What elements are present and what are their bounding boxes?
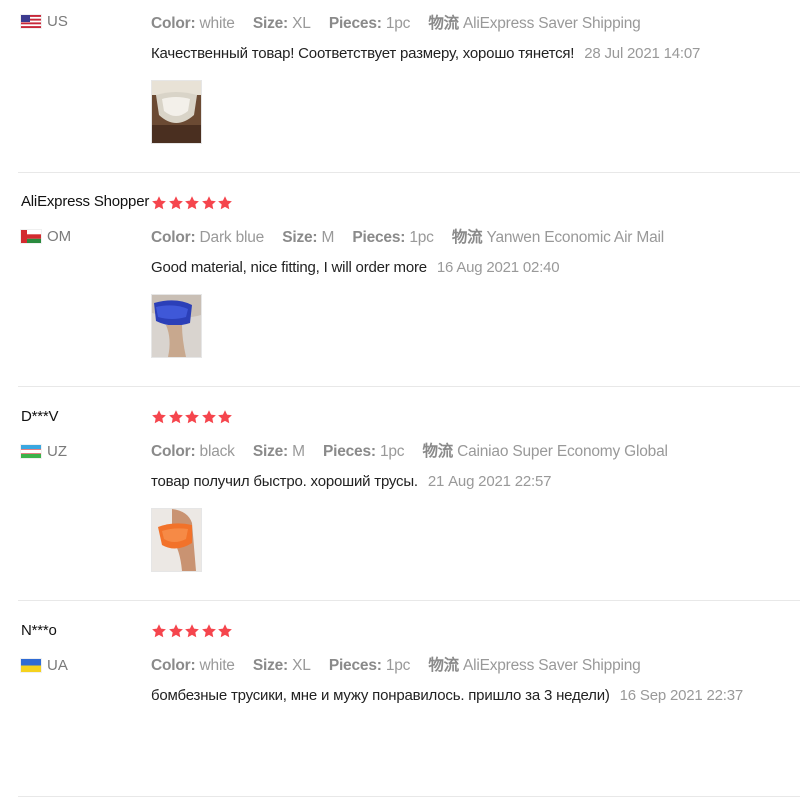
review-country: UZ — [21, 441, 67, 461]
star-icon — [151, 623, 167, 639]
review-feedback: товар получил быстро. хороший трусы. 21 … — [151, 473, 551, 490]
shipping-label: 物流 — [428, 657, 459, 674]
shipping-value: AliExpress Saver Shipping — [462, 15, 641, 32]
reviewer-name: N***o — [21, 622, 57, 639]
ua-flag-icon — [21, 658, 41, 672]
om-flag-icon — [21, 229, 41, 243]
pieces-value: 1pc — [379, 443, 405, 460]
divider — [18, 796, 800, 797]
color-value: Dark blue — [199, 229, 265, 246]
pieces-value: 1pc — [385, 15, 411, 32]
star-icon — [184, 409, 200, 425]
star-icon — [168, 195, 184, 211]
divider — [18, 172, 800, 173]
review-date: 21 Aug 2021 22:57 — [427, 473, 552, 490]
review-feedback: бомбезные трусики, мне и мужу понравилос… — [151, 687, 743, 704]
review-text: Good material, nice fitting, I will orde… — [151, 259, 427, 276]
star-icon — [201, 409, 217, 425]
color-label: Color: — [151, 443, 196, 460]
divider — [18, 386, 800, 387]
review-date: 16 Sep 2021 22:37 — [619, 687, 744, 704]
pieces-label: Pieces: — [328, 15, 382, 32]
uz-flag-icon — [21, 444, 41, 458]
divider — [18, 600, 800, 601]
shipping-value: AliExpress Saver Shipping — [462, 657, 641, 674]
product-photo-blue-underwear[interactable] — [151, 294, 202, 358]
review-text: Качественный товар! Соответствует размер… — [151, 45, 575, 62]
product-photo-white-underwear[interactable] — [151, 80, 202, 144]
country-code: US — [47, 12, 68, 30]
review-feedback: Good material, nice fitting, I will orde… — [151, 259, 560, 276]
star-icon — [168, 623, 184, 639]
review-properties: Color: black Size: M Pieces: 1pc 物流 Caini… — [151, 439, 668, 461]
review-country: OM — [21, 226, 71, 246]
color-value: white — [199, 657, 235, 674]
color-label: Color: — [151, 657, 196, 674]
size-value: M — [321, 229, 335, 246]
shipping-label: 物流 — [428, 15, 459, 32]
star-icon — [184, 623, 200, 639]
review-text: бомбезные трусики, мне и мужу понравилос… — [151, 687, 610, 704]
shipping-label: 物流 — [422, 443, 454, 460]
star-icon — [151, 409, 167, 425]
pieces-value: 1pc — [385, 657, 411, 674]
country-code: UZ — [47, 442, 67, 460]
size-label: Size: — [252, 443, 289, 460]
size-label: Size: — [282, 229, 318, 246]
color-label: Color: — [151, 229, 196, 246]
star-rating — [151, 409, 234, 429]
star-icon — [184, 195, 200, 211]
review-date: 28 Jul 2021 14:07 — [584, 45, 701, 62]
shipping-value: Yanwen Economic Air Mail — [486, 229, 664, 246]
shipping-value: Cainiao Super Economy Global — [457, 443, 668, 460]
us-flag-icon — [21, 14, 41, 28]
size-label: Size: — [252, 657, 289, 674]
review-properties: Color: white Size: XL Pieces: 1pc 物流 AliE… — [151, 653, 641, 675]
review-properties: Color: Dark blue Size: M Pieces: 1pc 物流 Y… — [151, 225, 664, 247]
star-rating — [151, 623, 234, 643]
review-country: US — [21, 11, 68, 31]
size-value: XL — [292, 15, 311, 32]
star-icon — [217, 195, 233, 211]
review-properties: Color: white Size: XL Pieces: 1pc 物流 AliE… — [151, 11, 641, 33]
review-feedback: Качественный товар! Соответствует размер… — [151, 45, 700, 62]
shipping-label: 物流 — [451, 229, 483, 246]
size-label: Size: — [252, 15, 289, 32]
pieces-label: Pieces: — [322, 443, 376, 460]
review-date: 16 Aug 2021 02:40 — [436, 259, 560, 276]
color-value: white — [199, 15, 235, 32]
star-icon — [201, 195, 217, 211]
reviewer-name: D***V — [21, 408, 59, 425]
size-value: M — [292, 443, 305, 460]
color-value: black — [199, 443, 235, 460]
pieces-label: Pieces: — [328, 657, 382, 674]
review-text: товар получил быстро. хороший трусы. — [151, 473, 418, 490]
star-icon — [217, 623, 233, 639]
pieces-label: Pieces: — [352, 229, 406, 246]
star-icon — [201, 623, 217, 639]
star-icon — [168, 409, 184, 425]
size-value: XL — [292, 657, 311, 674]
product-photo-orange-underwear[interactable] — [151, 508, 202, 572]
star-icon — [151, 195, 167, 211]
country-code: UA — [47, 656, 68, 674]
star-icon — [217, 409, 233, 425]
review-country: UA — [21, 655, 68, 675]
country-code: OM — [47, 227, 72, 245]
reviewer-name: AliExpress Shopper — [21, 193, 150, 210]
pieces-value: 1pc — [409, 229, 434, 246]
star-rating — [151, 195, 234, 215]
color-label: Color: — [151, 15, 196, 32]
